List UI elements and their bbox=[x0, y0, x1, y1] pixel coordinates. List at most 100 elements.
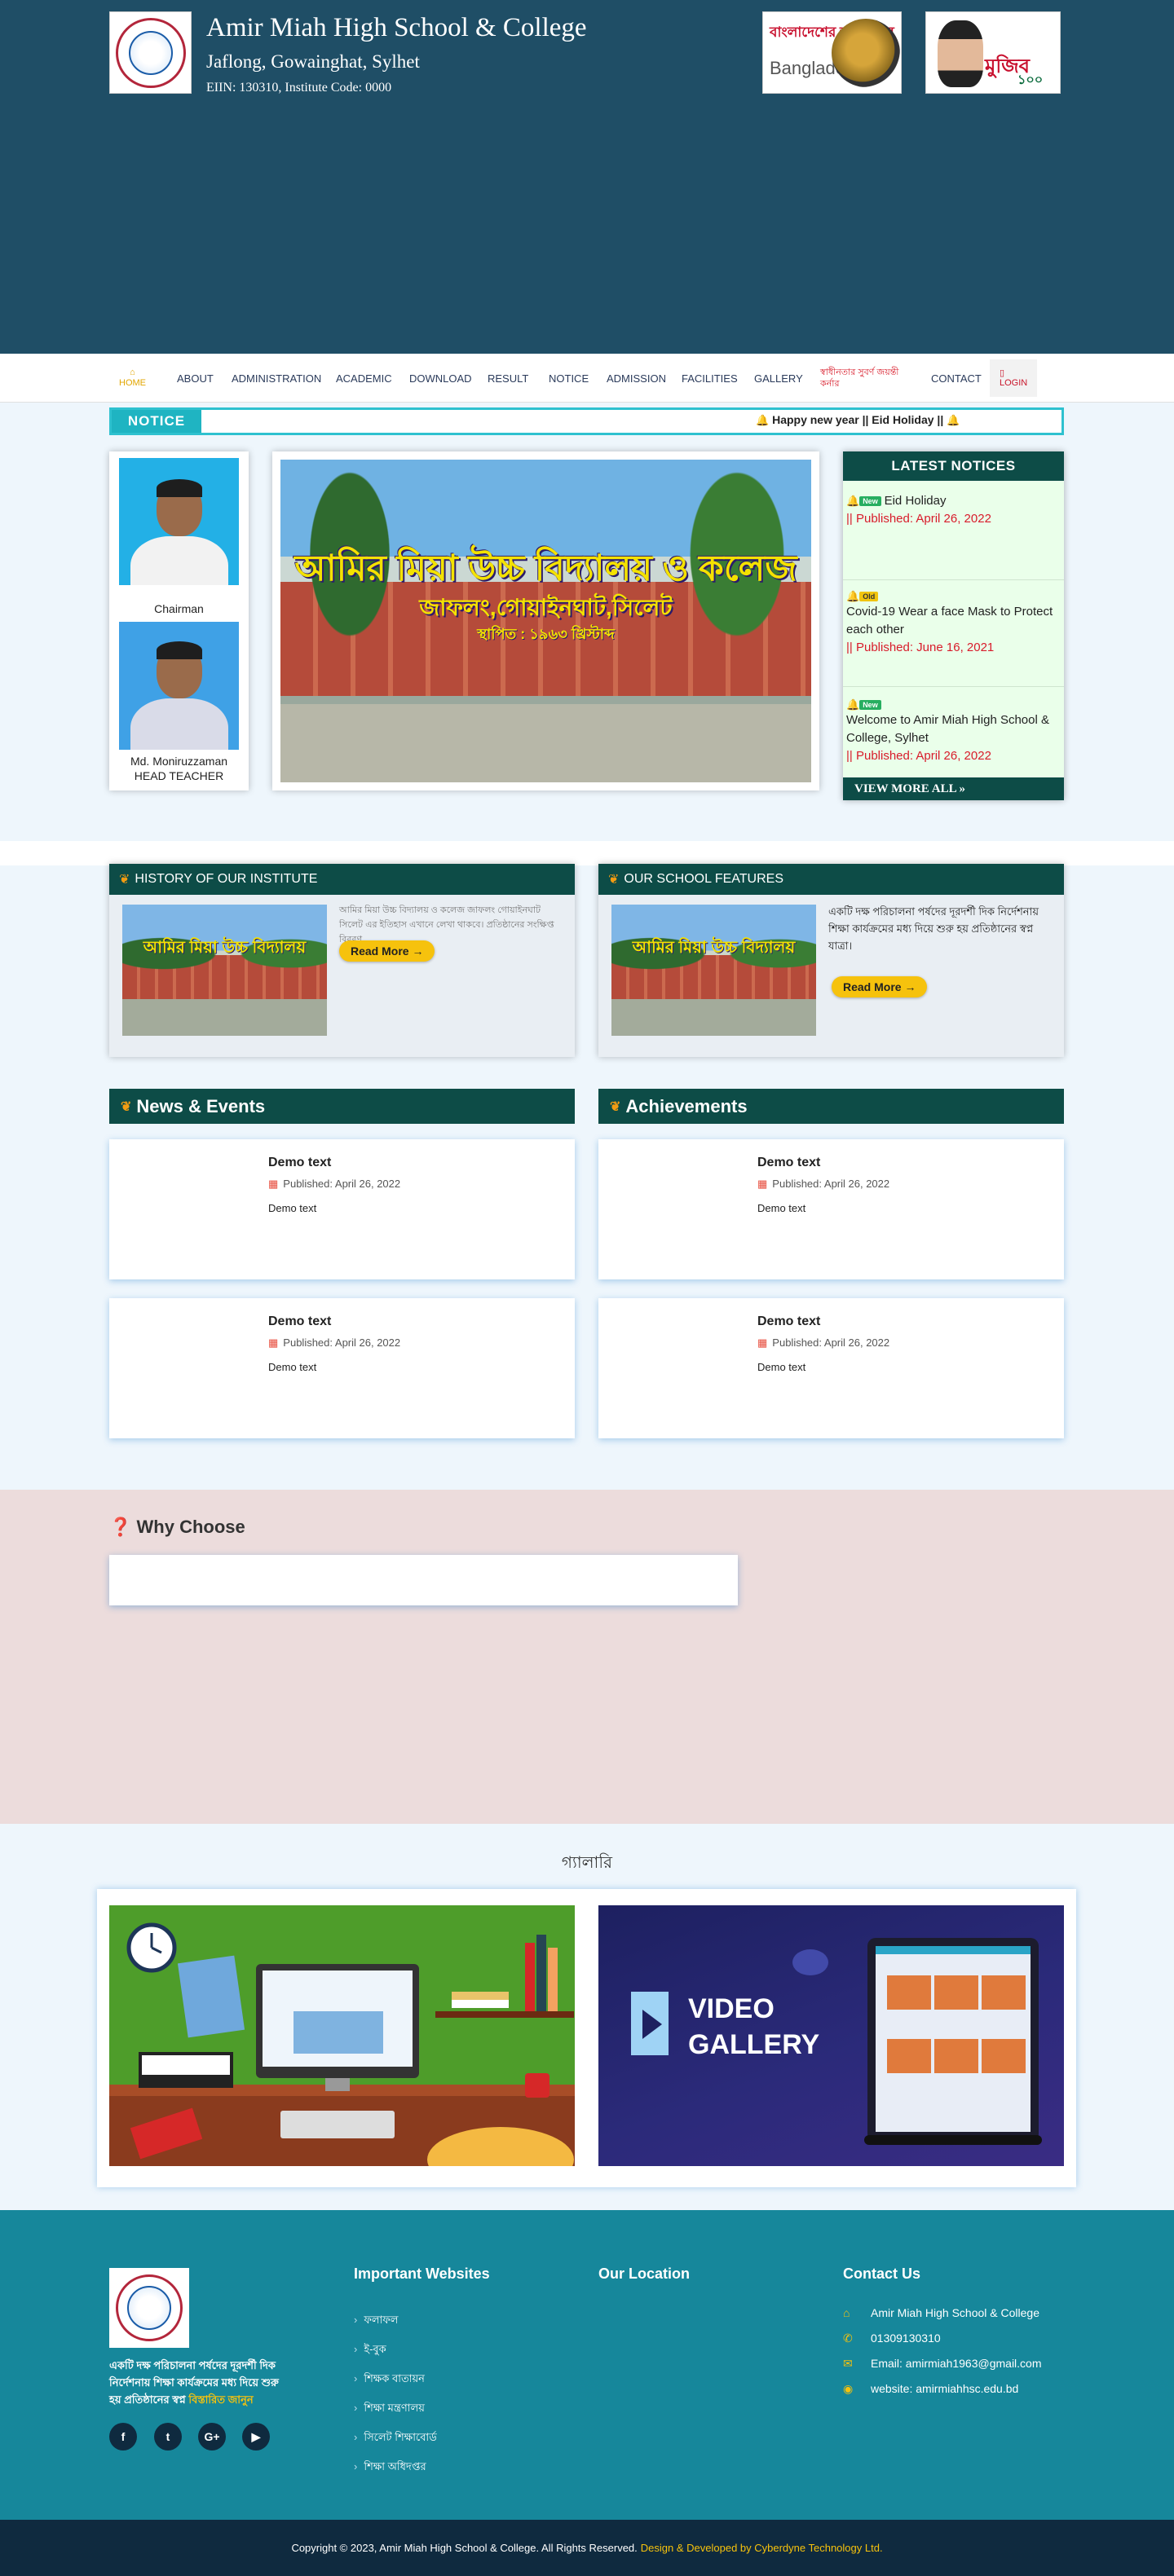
history-title: HISTORY OF OUR INSTITUTE bbox=[135, 872, 318, 886]
contact-phone[interactable]: ✆ 01309130310 bbox=[843, 2332, 941, 2345]
why-choose-box bbox=[109, 1555, 738, 1605]
question-circle-icon: ❓ bbox=[109, 1517, 132, 1537]
golden-jubilee-banner: বাংলাদেশের স্বাধীনতার Bangladesh bbox=[762, 11, 902, 94]
main-nav: ⌂ HOME ABOUT ADMINISTRATION ACADEMIC DOW… bbox=[0, 354, 1174, 403]
footer-link[interactable]: › ই-বুক bbox=[354, 2342, 386, 2359]
latest-notices-title: LATEST NOTICES bbox=[843, 451, 1064, 481]
school-eiin: EIIN: 130310, Institute Code: 0000 bbox=[206, 81, 392, 95]
footer-link[interactable]: › শিক্ষা মন্ত্রণালয় bbox=[354, 2401, 425, 2418]
bell-icon: 🔔 bbox=[947, 414, 960, 426]
nav-gallery[interactable]: GALLERY bbox=[754, 354, 803, 403]
calendar-icon: ▦ bbox=[268, 1178, 279, 1190]
leaf-icon: ❦ bbox=[119, 873, 130, 887]
youtube-icon[interactable]: ▶ bbox=[242, 2423, 270, 2451]
contact-email[interactable]: ✉ Email: amirmiah1963@gmail.com bbox=[843, 2357, 1042, 2371]
features-text: একটি দক্ষ পরিচালনা পর্ষদের দূরদর্শী দিক … bbox=[828, 905, 1039, 952]
section-divider bbox=[0, 841, 1174, 865]
news-card[interactable]: Demo text ▦ Published: April 26, 2022 Dem… bbox=[109, 1298, 575, 1438]
school-seal-icon bbox=[115, 17, 186, 88]
video-thumb bbox=[887, 2039, 931, 2073]
contact-us-title: Contact Us bbox=[843, 2266, 921, 2282]
latest-notices-panel: LATEST NOTICES 🔔 New Eid Holiday || Publi… bbox=[843, 451, 1064, 800]
news-card[interactable]: Demo text ▦ Published: April 26, 2022 Dem… bbox=[109, 1139, 575, 1279]
contact-school: ⌂ Amir Miah High School & College bbox=[843, 2306, 1039, 2319]
chevron-right-icon: › bbox=[354, 2460, 358, 2473]
our-location-title: Our Location bbox=[598, 2266, 690, 2282]
calendar-icon: ▦ bbox=[757, 1336, 768, 1349]
nav-contact[interactable]: CONTACT bbox=[931, 354, 982, 403]
nav-home[interactable]: ⌂ HOME bbox=[119, 354, 146, 403]
google-plus-icon[interactable]: G+ bbox=[198, 2423, 226, 2451]
leaders-card: Chairman Md. Moniruzzaman HEAD TEACHER bbox=[109, 451, 249, 790]
nav-notice[interactable]: NOTICE bbox=[549, 354, 589, 403]
footer-link[interactable]: › শিক্ষক বাতায়ন bbox=[354, 2371, 425, 2389]
facebook-icon[interactable]: f bbox=[109, 2423, 137, 2451]
nav-result[interactable]: RESULT bbox=[488, 354, 528, 403]
video-thumb bbox=[934, 2039, 978, 2073]
footer-link[interactable]: › ফলাফল bbox=[354, 2313, 399, 2330]
photo-gallery-link[interactable] bbox=[109, 1905, 575, 2166]
nav-facilities[interactable]: FACILITIES bbox=[682, 354, 738, 403]
history-card: ❦ HISTORY OF OUR INSTITUTE আমির মিয়া উচ… bbox=[109, 864, 575, 1057]
footer-about-more-link[interactable]: বিস্তারিত জানুন bbox=[188, 2393, 253, 2406]
jubilee-emblem-icon bbox=[832, 19, 900, 87]
chevron-right-icon: › bbox=[354, 2402, 358, 2414]
features-card: ❦ OUR SCHOOL FEATURES আমির মিয়া উচ্চ বি… bbox=[598, 864, 1064, 1057]
hero-established: স্থাপিত : ১৯৬৩ খ্রিস্টাব্দ bbox=[477, 626, 615, 642]
leaf-icon: ❦ bbox=[608, 873, 620, 887]
twitter-icon[interactable]: t bbox=[154, 2423, 182, 2451]
home-icon: ⌂ bbox=[843, 2306, 850, 2319]
notice-date: Published: April 26, 2022 bbox=[855, 512, 991, 526]
nav-administration[interactable]: ADMINISTRATION bbox=[232, 354, 321, 403]
nav-academic[interactable]: ACADEMIC bbox=[336, 354, 392, 403]
school-name: Amir Miah High School & College bbox=[206, 13, 587, 42]
news-events-header: ❦ News & Events bbox=[109, 1089, 575, 1124]
calendar-icon: ▦ bbox=[268, 1336, 279, 1349]
video-thumb bbox=[982, 2039, 1026, 2073]
footer-logo[interactable] bbox=[109, 2268, 189, 2348]
notice-title: Welcome to Amir Miah High School & Colle… bbox=[846, 713, 1049, 745]
features-title: OUR SCHOOL FEATURES bbox=[624, 872, 783, 886]
mujib-100-banner: মুজিব ১০০ bbox=[925, 11, 1061, 94]
chevron-right-icon: › bbox=[354, 2343, 358, 2355]
contact-website[interactable]: ◉ website: amirmiahhsc.edu.bd bbox=[843, 2382, 1018, 2396]
leaf-icon: ❦ bbox=[610, 1099, 621, 1114]
nav-golden-jubilee-corner[interactable]: স্বাধীনতার সুবর্ণ জয়ন্তী কর্নার bbox=[820, 354, 910, 403]
achievement-card[interactable]: Demo text ▦ Published: April 26, 2022 Dem… bbox=[598, 1139, 1064, 1279]
chevron-right-icon: › bbox=[354, 2431, 358, 2443]
view-more-button[interactable]: VIEW MORE ALL » bbox=[843, 777, 1064, 800]
footer-link[interactable]: › সিলেট শিক্ষাবোর্ড bbox=[354, 2430, 437, 2447]
history-read-more-button[interactable]: Read More → bbox=[339, 940, 435, 962]
photo-gallery-illustration bbox=[109, 1905, 575, 2166]
portrait-icon bbox=[938, 20, 983, 87]
nav-download[interactable]: DOWNLOAD bbox=[409, 354, 472, 403]
video-gallery-link[interactable]: VIDEO GALLERY bbox=[598, 1905, 1064, 2166]
notice-ticker-bar: NOTICE 🔔 Happy new year || Eid Holiday |… bbox=[109, 407, 1064, 435]
history-thumbnail[interactable]: আমির মিয়া উচ্চ বিদ্যালয় bbox=[122, 905, 327, 1036]
why-choose-section bbox=[0, 1490, 1174, 1824]
features-read-more-button[interactable]: Read More → bbox=[832, 976, 928, 997]
notice-ticker[interactable]: 🔔 Happy new year || Eid Holiday || 🔔 bbox=[756, 413, 960, 427]
nav-about[interactable]: ABOUT bbox=[177, 354, 214, 403]
hero-image: আমির মিয়া উচ্চ বিদ্যালয় ও কলেজ জাফলং,গ… bbox=[272, 451, 819, 790]
home-icon: ⌂ bbox=[130, 368, 135, 377]
video-gallery-line2: GALLERY bbox=[688, 2029, 820, 2060]
head-teacher-name: Md. Moniruzzaman bbox=[130, 755, 228, 768]
nav-login[interactable]: ▯ LOGIN bbox=[990, 359, 1038, 397]
school-seal-icon bbox=[116, 2274, 183, 2341]
list-item[interactable]: 🔔 New Welcome to Amir Miah High School & … bbox=[843, 688, 1064, 777]
video-thumb bbox=[982, 1975, 1026, 2010]
school-logo[interactable] bbox=[109, 11, 192, 94]
list-item[interactable]: 🔔 Old Covid-19 Wear a face Mask to Protec… bbox=[843, 581, 1064, 687]
chairman-photo bbox=[119, 458, 239, 585]
achievement-card[interactable]: Demo text ▦ Published: April 26, 2022 Dem… bbox=[598, 1298, 1064, 1438]
envelope-icon: ✉ bbox=[843, 2357, 853, 2370]
developer-link[interactable]: Design & Developed by Cyberdyne Technolo… bbox=[641, 2542, 883, 2554]
leaf-icon: ❦ bbox=[121, 1099, 132, 1114]
features-thumbnail[interactable]: আমির মিয়া উচ্চ বিদ্যালয় bbox=[611, 905, 816, 1036]
notice-label: NOTICE bbox=[112, 410, 201, 433]
video-thumb bbox=[887, 1975, 931, 2010]
nav-admission[interactable]: ADMISSION bbox=[607, 354, 666, 403]
list-item[interactable]: 🔔 New Eid Holiday || Published: April 26,… bbox=[843, 492, 1064, 580]
footer-link[interactable]: › শিক্ষা অধিদপ্তর bbox=[354, 2459, 426, 2477]
